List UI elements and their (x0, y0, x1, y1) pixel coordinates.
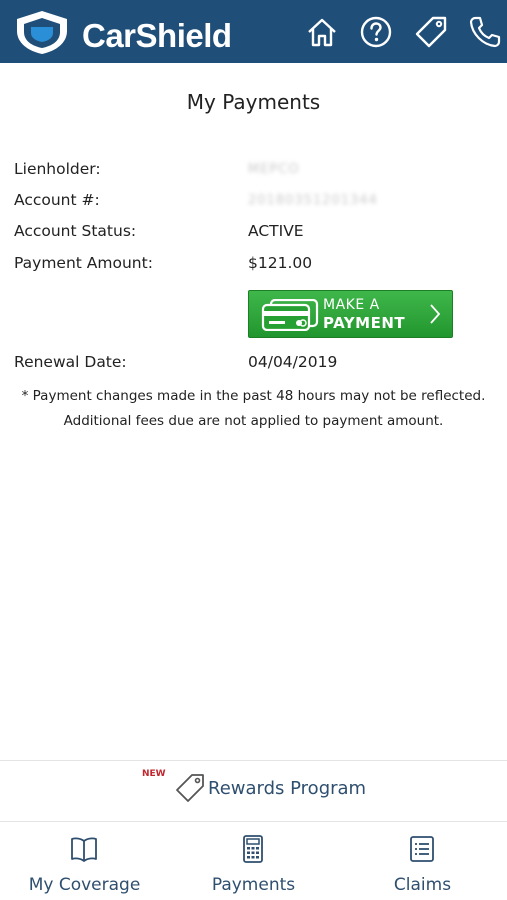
carshield-logo[interactable]: CarShield (14, 9, 232, 55)
calculator-icon (243, 835, 263, 863)
nav-my-coverage-label: My Coverage (28, 875, 141, 895)
help-icon[interactable] (359, 15, 393, 49)
make-payment-line2: PAYMENT (323, 314, 406, 332)
nav-payments-label: Payments (211, 875, 296, 895)
nav-claims[interactable]: Claims (338, 828, 507, 900)
account-status-value: ACTIVE (248, 222, 304, 240)
payment-note: * Payment changes made in the past 48 ho… (21, 388, 486, 429)
renewal-date-value: 04/04/2019 (248, 353, 338, 371)
make-payment-line1: MAKE A (323, 297, 380, 313)
account-number-label: Account #: (14, 191, 100, 209)
renewal-date-label: Renewal Date: (14, 353, 127, 371)
nav-claims-label: Claims (393, 875, 452, 895)
nav-payments[interactable]: Payments (169, 828, 338, 900)
lienholder-label: Lienholder: (14, 160, 101, 178)
payment-amount-label: Payment Amount: (14, 254, 153, 272)
phone-icon[interactable] (468, 15, 502, 49)
book-icon (71, 837, 97, 862)
new-badge: NEW (142, 769, 166, 779)
app-header: CarShield (0, 0, 507, 63)
lienholder-value: MEPCO (248, 162, 300, 177)
home-icon[interactable] (305, 15, 339, 49)
tag-icon (176, 774, 204, 802)
chevron-right-icon (430, 304, 441, 324)
account-status-label: Account Status: (14, 222, 137, 240)
shield-logo-icon (17, 11, 67, 54)
make-payment-button[interactable]: MAKE A PAYMENT (248, 290, 453, 338)
tag-icon[interactable] (414, 15, 448, 49)
rewards-program-link[interactable]: Rewards Program (174, 772, 374, 808)
nav-my-coverage[interactable]: My Coverage (0, 828, 169, 900)
rewards-divider-bottom (0, 821, 507, 822)
credit-card-icon (261, 299, 319, 331)
rewards-divider-top (0, 760, 507, 761)
list-icon (410, 836, 434, 862)
rewards-program-label: Rewards Program (208, 778, 367, 799)
page-title: My Payments (186, 90, 321, 114)
payment-amount-value: $121.00 (248, 254, 313, 272)
brand-name: CarShield (82, 17, 232, 54)
account-number-value: 20180351201344 (248, 193, 378, 208)
